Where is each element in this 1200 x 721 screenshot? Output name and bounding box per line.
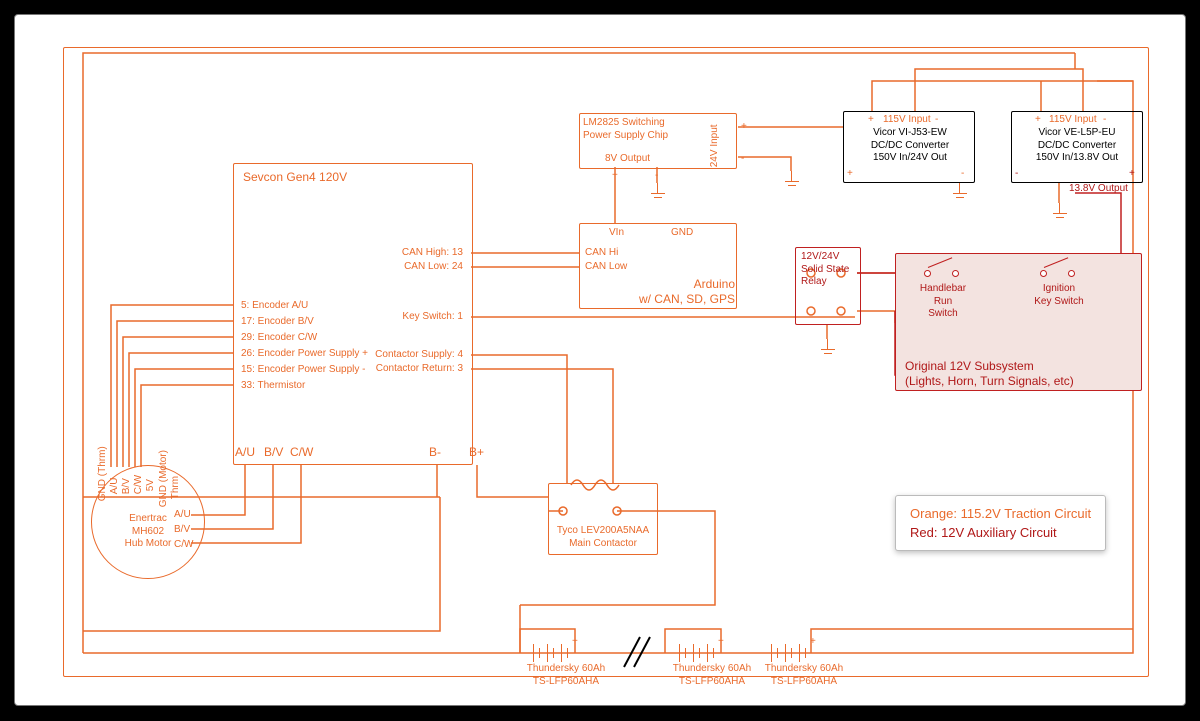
- ground-icon: [1059, 203, 1060, 213]
- battery-label-2: Thundersky 60Ah TS-LFP60AHA: [667, 663, 757, 688]
- motor-term-thrm: Thrm: [170, 476, 183, 499]
- ground-icon: [959, 183, 960, 193]
- dcdc24-title: Vicor VI-J53-EW DC/DC Converter 150V In/…: [851, 127, 969, 165]
- lm2825-in: 24V Input: [709, 124, 722, 167]
- motor-term-gndm: GND (Motor): [158, 450, 171, 507]
- motor-term-bv: B/V: [121, 478, 134, 494]
- sevcon-pin-key: Key Switch: 1: [402, 311, 463, 324]
- ground-icon: [657, 183, 658, 193]
- ground-icon: [827, 339, 828, 349]
- sevcon-term-bm: B-: [429, 445, 441, 460]
- sevcon-term-au: A/U: [235, 445, 255, 460]
- sevcon-pin-17: 17: Encoder B/V: [241, 316, 314, 329]
- sevcon-pin-canh: CAN High: 13: [402, 247, 463, 260]
- motor-term-cw: C/W: [133, 475, 146, 494]
- motor-phase-bv: B/V: [174, 524, 190, 537]
- lm2825-title: LM2825 Switching Power Supply Chip: [583, 117, 693, 142]
- dcdc13-title: Vicor VE-L5P-EU DC/DC Converter 150V In/…: [1015, 127, 1139, 165]
- sevcon-term-cw: C/W: [290, 445, 313, 460]
- motor-phase-au: A/U: [174, 509, 191, 522]
- ground-icon: [791, 171, 792, 181]
- contactor-title: Tyco LEV200A5NAA Main Contactor: [551, 525, 655, 550]
- sevcon-term-bp: B+: [469, 445, 484, 460]
- arduino-canh: CAN Hi: [585, 247, 618, 260]
- arduino-canl: CAN Low: [585, 261, 627, 274]
- arduino-vin: VIn: [609, 227, 624, 240]
- sevcon-pin-29: 29: Encoder C/W: [241, 332, 317, 345]
- motor-term-au: A/U: [109, 478, 122, 495]
- sevcon-pin-cret: Contactor Return: 3: [376, 363, 463, 376]
- sevcon-pin-canl: CAN Low: 24: [404, 261, 463, 274]
- sevcon-term-bv: B/V: [264, 445, 283, 460]
- battery-label-1: Thundersky 60Ah TS-LFP60AHA: [521, 663, 611, 688]
- battery-label-3: Thundersky 60Ah TS-LFP60AHA: [759, 663, 849, 688]
- sevcon-pin-5: 5: Encoder A/U: [241, 300, 308, 313]
- sevcon-title: Sevcon Gen4 120V: [243, 170, 347, 185]
- subsys-title: Original 12V Subsystem (Lights, Horn, Tu…: [905, 359, 1074, 389]
- run-switch-label: Handlebar Run Switch: [915, 283, 971, 321]
- lm2825-out: 8V Output: [605, 153, 650, 166]
- motor-term-gndthrm: GND (Thrm): [97, 446, 110, 501]
- legend-traction: Orange: 115.2V Traction Circuit: [910, 506, 1091, 521]
- sevcon-pin-15: 15: Encoder Power Supply -: [241, 364, 366, 377]
- dcdc13-out: 13.8V Output: [1069, 183, 1128, 196]
- dcdc13-in: 115V Input: [1049, 114, 1097, 127]
- arduino-title: Arduino w/ CAN, SD, GPS: [627, 277, 735, 307]
- arduino-gnd: GND: [671, 227, 693, 240]
- motor-title: Enertrac MH602 Hub Motor: [113, 513, 183, 551]
- legend-box: Orange: 115.2V Traction Circuit Red: 12V…: [895, 495, 1106, 551]
- key-switch-label: Ignition Key Switch: [1031, 283, 1087, 308]
- sevcon-pin-csup: Contactor Supply: 4: [375, 349, 463, 362]
- relay-title: 12V/24V Solid State Relay: [801, 251, 849, 289]
- sevcon-pin-26: 26: Encoder Power Supply +: [241, 348, 368, 361]
- legend-aux: Red: 12V Auxiliary Circuit: [910, 525, 1091, 540]
- dcdc24-in: 115V Input: [883, 114, 931, 127]
- sevcon-pin-33: 33: Thermistor: [241, 380, 305, 393]
- motor-term-5v: 5V: [145, 479, 158, 491]
- motor-phase-cw: C/W: [174, 539, 193, 552]
